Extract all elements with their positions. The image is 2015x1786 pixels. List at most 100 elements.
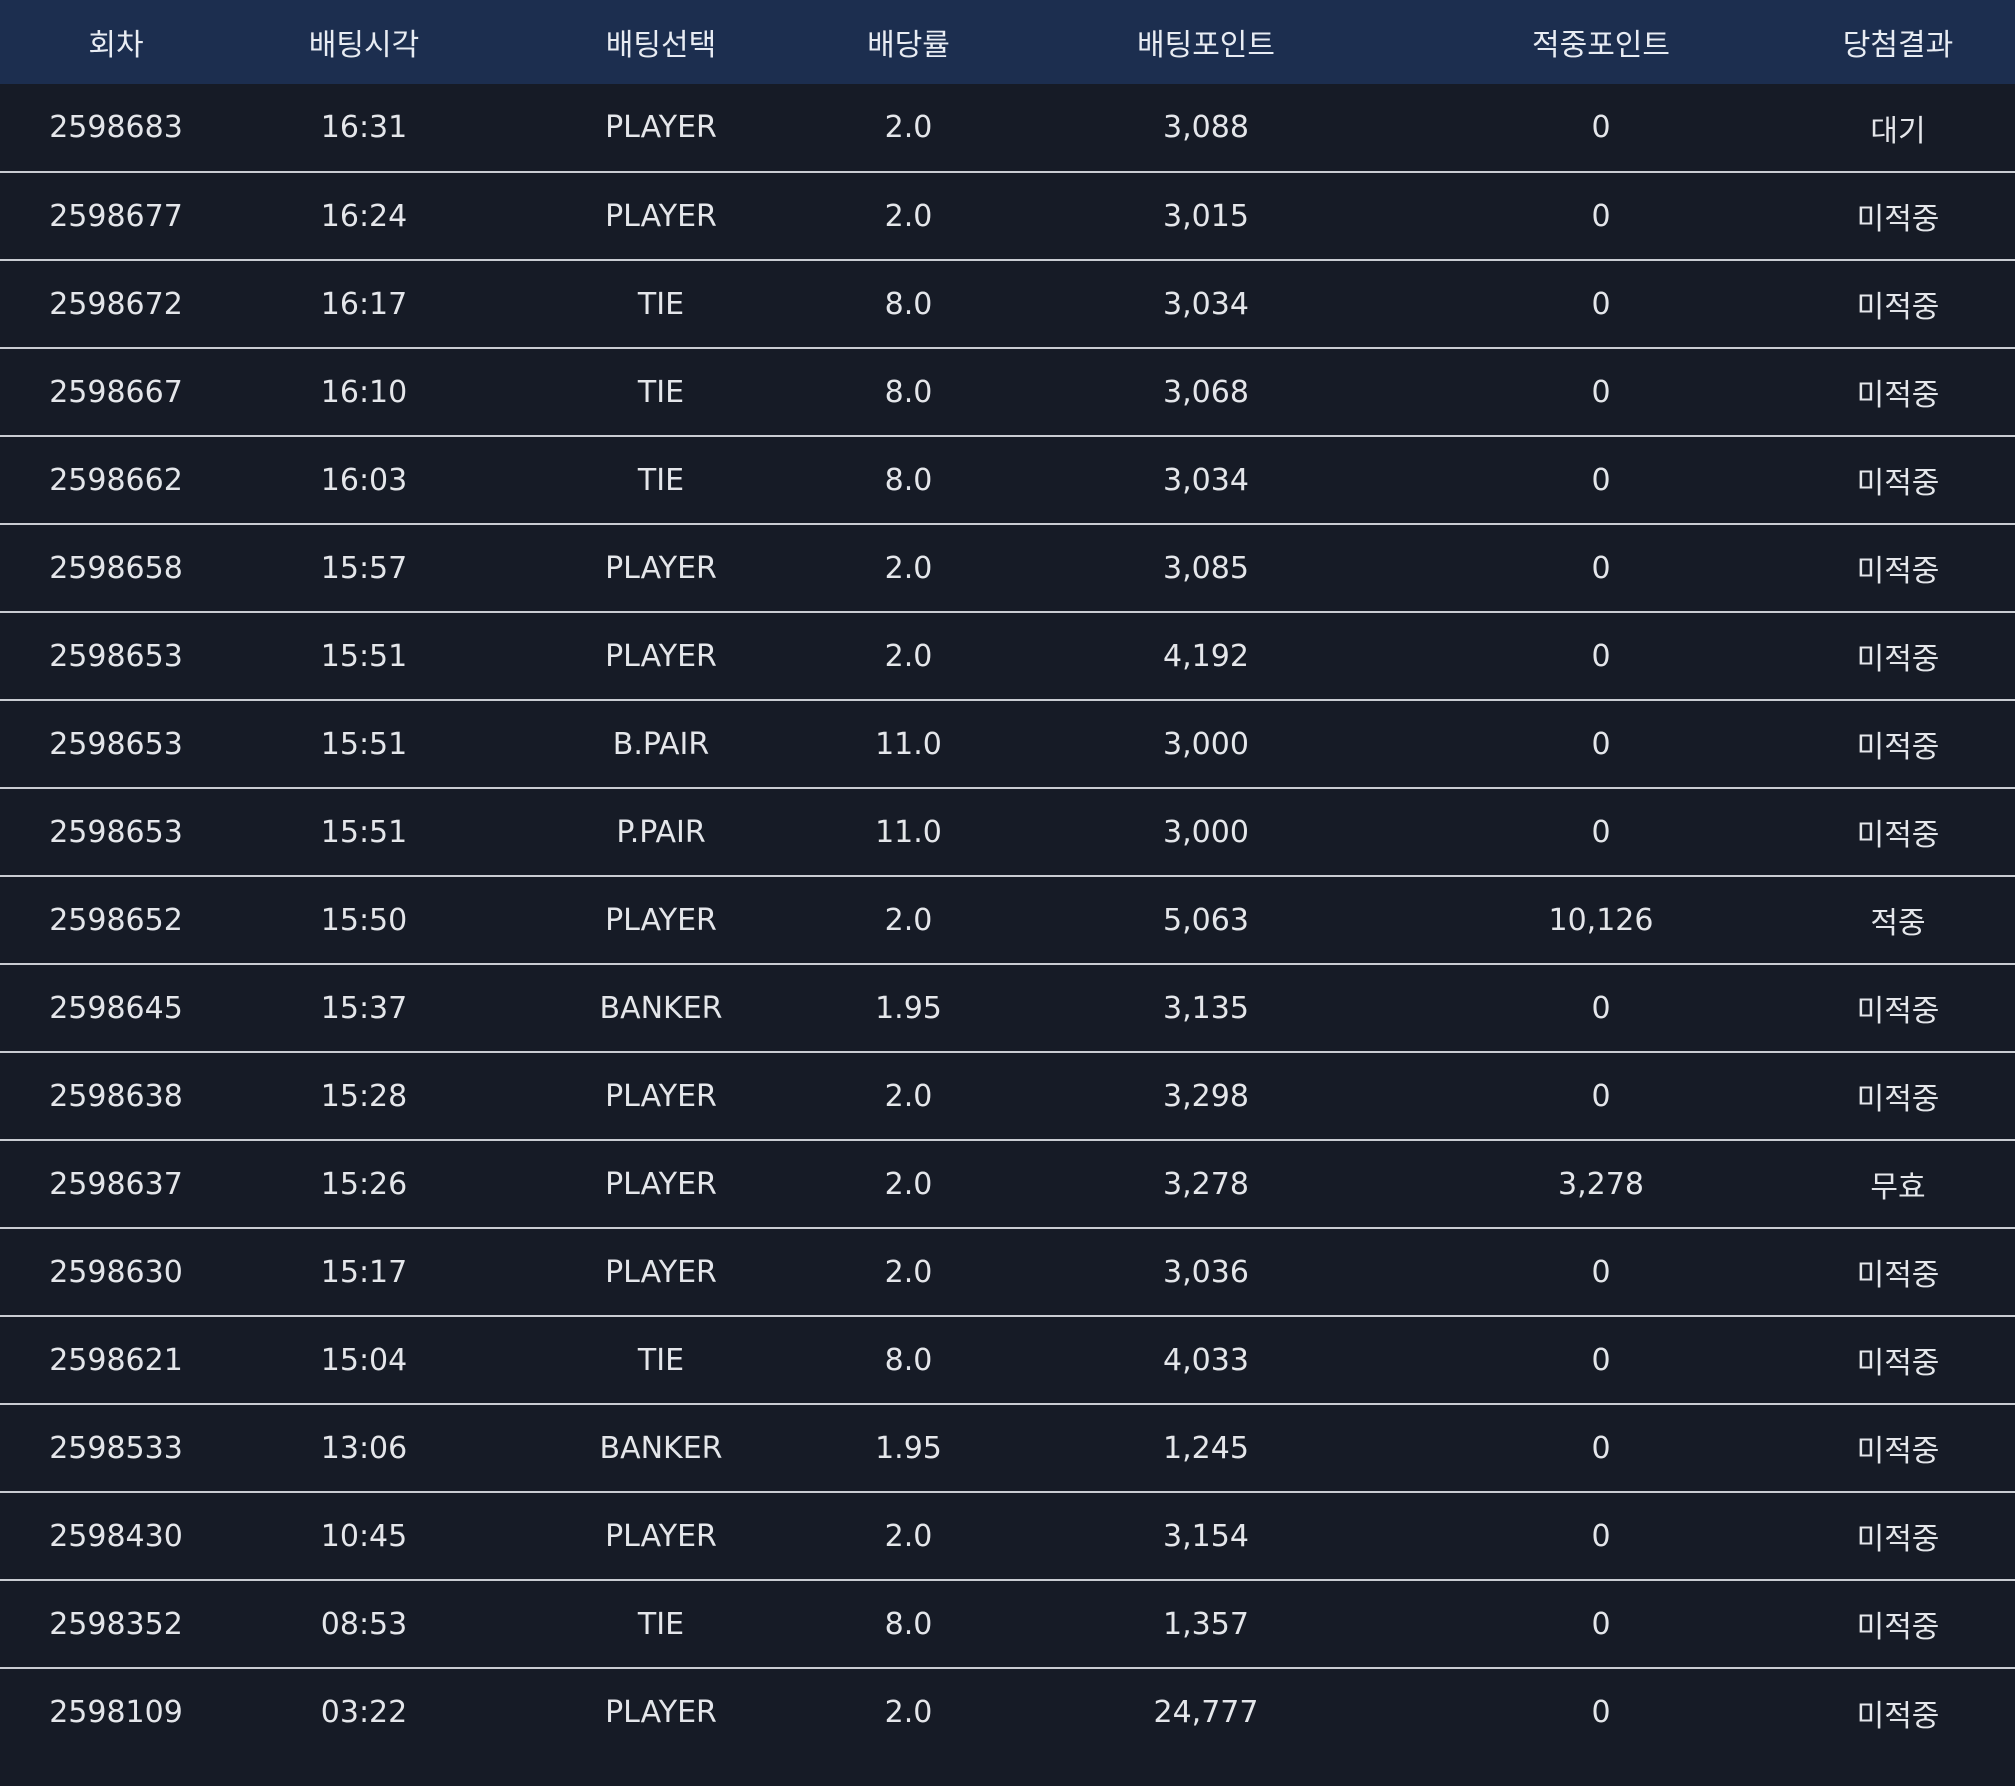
header-round[interactable]: 회차 — [0, 0, 232, 84]
bet-time-cell: 15:51 — [320, 814, 408, 850]
bet-choice-cell: BANKER — [599, 990, 723, 1026]
bet-time-cell: 15:57 — [320, 550, 408, 586]
bet-points-cell: 3,000 — [1163, 726, 1249, 762]
bet-choice-cell: TIE — [637, 462, 685, 498]
win-points-cell: 0 — [1591, 1518, 1611, 1554]
result-cell: 미적중 — [1856, 1434, 1940, 1469]
bet-points-cell: 3,034 — [1163, 286, 1249, 322]
round-cell: 2598430 — [49, 1518, 183, 1554]
bet-points-cell: 3,034 — [1163, 462, 1249, 498]
table-row[interactable]: 2598662 16:03 TIE 8.0 3,034 0 미적중 — [0, 436, 2015, 524]
bet-points-cell: 3,154 — [1163, 1518, 1249, 1554]
round-cell: 2598683 — [49, 110, 183, 145]
round-cell: 2598653 — [49, 726, 183, 762]
table-row[interactable]: 2598109 03:22 PLAYER 2.0 24,777 0 미적중 — [0, 1668, 2015, 1756]
round-cell: 2598533 — [49, 1430, 183, 1466]
table-row[interactable]: 2598653 15:51 PLAYER 2.0 4,192 0 미적중 — [0, 612, 2015, 700]
round-cell: 2598637 — [49, 1166, 183, 1202]
win-points-cell: 0 — [1591, 550, 1611, 586]
bet-time-cell: 16:10 — [320, 374, 408, 410]
table-row[interactable]: 2598658 15:57 PLAYER 2.0 3,085 0 미적중 — [0, 524, 2015, 612]
round-cell: 2598662 — [49, 462, 183, 498]
round-cell: 2598672 — [49, 286, 183, 322]
bet-choice-cell: PLAYER — [605, 1254, 717, 1290]
result-cell: 미적중 — [1856, 1346, 1940, 1381]
round-cell: 2598638 — [49, 1078, 183, 1114]
bet-points-cell: 4,033 — [1163, 1342, 1249, 1378]
header-bet-choice[interactable]: 배팅선택 — [496, 0, 826, 84]
header-row: 회차 배팅시각 배팅선택 배당률 배팅포인트 적중포인트 당첨결과 — [0, 0, 2015, 84]
odds-cell: 8.0 — [884, 1342, 933, 1378]
result-cell: 미적중 — [1856, 994, 1940, 1029]
table-row[interactable]: 2598683 16:31 PLAYER 2.0 3,088 0 대기 — [0, 84, 2015, 172]
table-row[interactable]: 2598653 15:51 B.PAIR 11.0 3,000 0 미적중 — [0, 700, 2015, 788]
bet-choice-cell: PLAYER — [605, 638, 717, 674]
table-row[interactable]: 2598638 15:28 PLAYER 2.0 3,298 0 미적중 — [0, 1052, 2015, 1140]
header-odds[interactable]: 배당률 — [826, 0, 991, 84]
odds-cell: 8.0 — [884, 462, 933, 498]
bet-choice-cell: PLAYER — [605, 1695, 717, 1730]
odds-cell: 2.0 — [884, 902, 933, 938]
bet-points-cell: 3,036 — [1163, 1254, 1249, 1290]
bet-points-cell: 24,777 — [1153, 1695, 1259, 1730]
bet-points-cell: 1,357 — [1163, 1606, 1249, 1642]
table-row[interactable]: 2598533 13:06 BANKER 1.95 1,245 0 미적중 — [0, 1404, 2015, 1492]
bet-time-cell: 16:24 — [320, 198, 408, 234]
bet-time-cell: 03:22 — [320, 1695, 408, 1730]
bet-points-cell: 3,298 — [1163, 1078, 1249, 1114]
win-points-cell: 0 — [1591, 1342, 1611, 1378]
result-cell: 미적중 — [1856, 1258, 1940, 1293]
round-cell: 2598667 — [49, 374, 183, 410]
odds-cell: 2.0 — [884, 1518, 933, 1554]
result-cell: 대기 — [1870, 113, 1926, 149]
table-row[interactable]: 2598637 15:26 PLAYER 2.0 3,278 3,278 무효 — [0, 1140, 2015, 1228]
odds-cell: 2.0 — [884, 1078, 933, 1114]
bet-time-cell: 15:50 — [320, 902, 408, 938]
table-row[interactable]: 2598653 15:51 P.PAIR 11.0 3,000 0 미적중 — [0, 788, 2015, 876]
table-row[interactable]: 2598352 08:53 TIE 8.0 1,357 0 미적중 — [0, 1580, 2015, 1668]
bet-choice-cell: BANKER — [599, 1430, 723, 1466]
header-bet-time[interactable]: 배팅시각 — [232, 0, 496, 84]
table-row[interactable]: 2598621 15:04 TIE 8.0 4,033 0 미적중 — [0, 1316, 2015, 1404]
table-body: 2598683 16:31 PLAYER 2.0 3,088 0 대기 2598677 16:2… — [0, 84, 2015, 1756]
header-bet-points[interactable]: 배팅포인트 — [991, 0, 1421, 84]
table-row[interactable]: 2598645 15:37 BANKER 1.95 3,135 0 미적중 — [0, 964, 2015, 1052]
win-points-cell: 0 — [1591, 1254, 1611, 1290]
bet-points-cell: 3,085 — [1163, 550, 1249, 586]
bet-choice-cell: TIE — [637, 1342, 685, 1378]
bet-choice-cell: PLAYER — [605, 902, 717, 938]
bet-points-cell: 3,278 — [1163, 1166, 1249, 1202]
bet-choice-cell: PLAYER — [605, 1078, 717, 1114]
odds-cell: 2.0 — [884, 638, 933, 674]
table-row[interactable]: 2598667 16:10 TIE 8.0 3,068 0 미적중 — [0, 348, 2015, 436]
result-cell: 미적중 — [1856, 466, 1940, 501]
table-row[interactable]: 2598672 16:17 TIE 8.0 3,034 0 미적중 — [0, 260, 2015, 348]
bet-time-cell: 13:06 — [320, 1430, 408, 1466]
table-row[interactable]: 2598630 15:17 PLAYER 2.0 3,036 0 미적중 — [0, 1228, 2015, 1316]
header-win-points[interactable]: 적중포인트 — [1421, 0, 1781, 84]
bet-choice-cell: PLAYER — [605, 550, 717, 586]
win-points-cell: 0 — [1591, 814, 1611, 850]
round-cell: 2598658 — [49, 550, 183, 586]
bet-points-cell: 3,088 — [1163, 110, 1249, 145]
bet-choice-cell: TIE — [637, 286, 685, 322]
round-cell: 2598645 — [49, 990, 183, 1026]
result-cell: 미적중 — [1856, 1522, 1940, 1557]
bet-time-cell: 15:51 — [320, 638, 408, 674]
result-cell: 미적중 — [1856, 642, 1940, 677]
header-result[interactable]: 당첨결과 — [1781, 0, 2015, 84]
bet-points-cell: 1,245 — [1163, 1430, 1249, 1466]
table-row[interactable]: 2598677 16:24 PLAYER 2.0 3,015 0 미적중 — [0, 172, 2015, 260]
win-points-cell: 0 — [1591, 110, 1611, 145]
result-cell: 미적중 — [1856, 1698, 1940, 1734]
bet-points-cell: 4,192 — [1163, 638, 1249, 674]
table-row[interactable]: 2598430 10:45 PLAYER 2.0 3,154 0 미적중 — [0, 1492, 2015, 1580]
table-row[interactable]: 2598652 15:50 PLAYER 2.0 5,063 10,126 적중 — [0, 876, 2015, 964]
result-cell: 미적중 — [1856, 202, 1940, 237]
odds-cell: 8.0 — [884, 1606, 933, 1642]
result-cell: 미적중 — [1856, 1610, 1940, 1645]
round-cell: 2598653 — [49, 638, 183, 674]
table-header: 회차 배팅시각 배팅선택 배당률 배팅포인트 적중포인트 당첨결과 — [0, 0, 2015, 84]
bet-time-cell: 15:28 — [320, 1078, 408, 1114]
win-points-cell: 3,278 — [1558, 1166, 1644, 1202]
